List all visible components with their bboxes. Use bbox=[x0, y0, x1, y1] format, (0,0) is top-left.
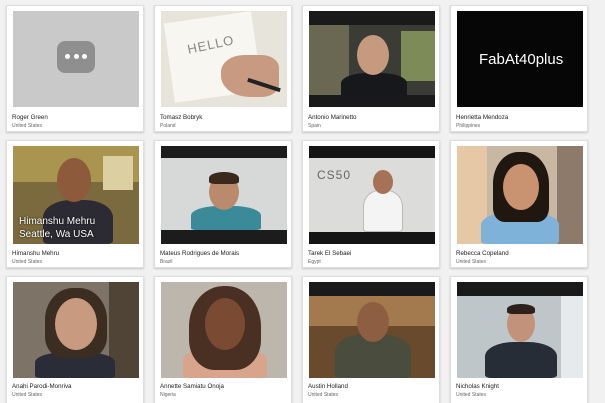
person-head bbox=[205, 298, 245, 350]
participant-card[interactable]: Mateus Rodrigues de Morais Brazil bbox=[154, 140, 292, 268]
video-thumbnail[interactable] bbox=[457, 282, 583, 378]
person-torso bbox=[363, 190, 403, 232]
person-head bbox=[57, 158, 91, 202]
person-head bbox=[357, 302, 389, 342]
person-head bbox=[503, 164, 539, 210]
participant-card[interactable]: Nicholas Knight United States bbox=[450, 276, 588, 403]
participant-location: United States bbox=[12, 259, 43, 265]
participant-location: Spain bbox=[308, 123, 321, 129]
video-overlay-caption-name: Himanshu Mehru bbox=[19, 216, 96, 227]
participant-location: Brazil bbox=[160, 259, 173, 265]
participant-location: United States bbox=[308, 392, 339, 398]
participant-card[interactable]: HELLO Tomasz Bobryk Poland bbox=[154, 5, 292, 132]
participant-name: Annette Samiatu Onoja bbox=[160, 383, 224, 390]
wall-sign-text: CS50 bbox=[317, 168, 352, 182]
video-thumbnail[interactable] bbox=[309, 11, 435, 107]
video-thumbnail[interactable] bbox=[161, 282, 287, 378]
participant-location: Nigeria bbox=[160, 392, 176, 398]
participant-location: United States bbox=[456, 259, 487, 265]
participant-card[interactable]: Anahi Parodi-Monriva United States bbox=[6, 276, 144, 403]
participant-card[interactable]: Austin Holland United States bbox=[302, 276, 440, 403]
participant-name: Austin Holland bbox=[308, 383, 348, 390]
chat-bubble-icon bbox=[57, 41, 95, 73]
video-overlay-text: FabAt40plus bbox=[479, 51, 564, 68]
video-thumbnail[interactable]: CS50 bbox=[309, 146, 435, 244]
participant-name: Rebecca Copeland bbox=[456, 250, 509, 257]
video-thumbnail[interactable]: FabAt40plus bbox=[457, 11, 583, 107]
participant-location: Philippines bbox=[456, 123, 481, 129]
participant-card[interactable]: CS50 Tarek El Sebaei Egypt bbox=[302, 140, 440, 268]
participant-name: Mateus Rodrigues de Morais bbox=[160, 250, 240, 257]
participant-name: Henrietta Mendoza bbox=[456, 114, 509, 121]
participant-location: United States bbox=[12, 123, 43, 129]
person-head bbox=[373, 170, 393, 194]
participant-name: Himanshu Mehru bbox=[12, 250, 60, 257]
participant-grid: Roger Green United States HELLO Tomasz B… bbox=[0, 0, 605, 403]
person-torso bbox=[485, 342, 557, 378]
participant-name: Antonio Marinetto bbox=[308, 114, 357, 121]
participant-location: United States bbox=[456, 392, 487, 398]
participant-location: Egypt bbox=[308, 259, 321, 265]
video-thumbnail[interactable]: Himanshu Mehru Seattle, Wa USA bbox=[13, 146, 139, 244]
video-thumbnail-placeholder[interactable] bbox=[13, 11, 139, 107]
hand bbox=[221, 55, 279, 97]
participant-location: United States bbox=[12, 392, 43, 398]
participant-card[interactable]: Roger Green United States bbox=[6, 5, 144, 132]
participant-name: Anahi Parodi-Monriva bbox=[12, 383, 72, 390]
participant-name: Tarek El Sebaei bbox=[308, 250, 352, 257]
video-thumbnail[interactable] bbox=[457, 146, 583, 244]
video-thumbnail[interactable] bbox=[309, 282, 435, 378]
participant-card[interactable]: FabAt40plus Henrietta Mendoza Philippine… bbox=[450, 5, 588, 132]
participant-card[interactable]: Antonio Marinetto Spain bbox=[302, 5, 440, 132]
participant-card[interactable]: Rebecca Copeland United States bbox=[450, 140, 588, 268]
participant-name: Nicholas Knight bbox=[456, 383, 499, 390]
person-head bbox=[357, 35, 389, 75]
participant-card[interactable]: Himanshu Mehru Seattle, Wa USA Himanshu … bbox=[6, 140, 144, 268]
participant-name: Roger Green bbox=[12, 114, 48, 121]
video-thumbnail[interactable]: HELLO bbox=[161, 11, 287, 107]
video-thumbnail[interactable] bbox=[161, 146, 287, 244]
video-overlay-caption-place: Seattle, Wa USA bbox=[19, 229, 94, 240]
participant-location: Poland bbox=[160, 123, 176, 129]
video-thumbnail[interactable] bbox=[13, 282, 139, 378]
participant-card[interactable]: Annette Samiatu Onoja Nigeria bbox=[154, 276, 292, 403]
person-torso bbox=[341, 73, 407, 99]
participant-name: Tomasz Bobryk bbox=[160, 114, 203, 121]
person-head bbox=[55, 298, 97, 350]
